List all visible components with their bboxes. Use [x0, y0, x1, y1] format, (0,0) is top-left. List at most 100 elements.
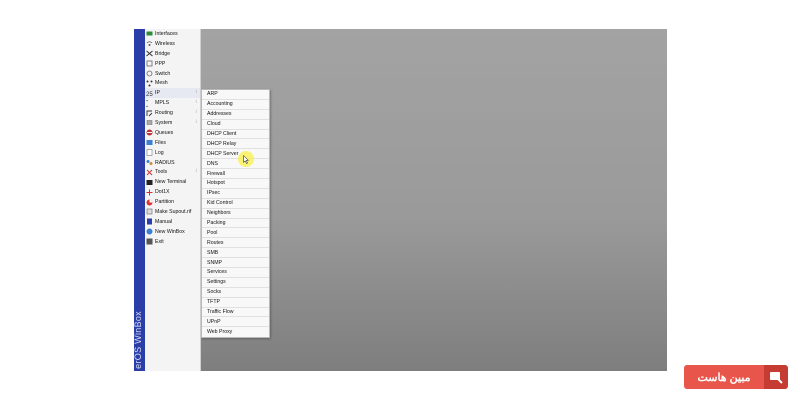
submenu-item-upnp[interactable]: UPnP	[202, 317, 269, 328]
submenu-item-hotspot[interactable]: Hotspot	[202, 179, 269, 189]
menu-item-tools[interactable]: Tools ⁝	[145, 167, 200, 177]
submenu-arrow-icon: ⁝	[195, 109, 197, 116]
menu-item-label: RADIUS	[155, 159, 175, 166]
submenu-item-socks[interactable]: Socks	[202, 288, 269, 298]
supout-icon	[146, 208, 153, 215]
menu-item-label: Partition	[155, 199, 175, 206]
submenu-item-packing[interactable]: Packing	[202, 219, 269, 229]
menu-item-label: Bridge	[155, 50, 170, 57]
menu-item-label: Make Supout.rif	[155, 208, 192, 215]
interfaces-icon	[146, 30, 153, 37]
menu-item-mpls[interactable]: MPLS ⁝	[145, 98, 200, 108]
menu-item-new-winbox[interactable]: New WinBox	[145, 227, 200, 237]
submenu-arrow-icon: ⁝	[195, 168, 197, 175]
ip-submenu: ARP Accounting Addresses Cloud DHCP Clie…	[201, 89, 270, 339]
menu-item-ip[interactable]: 255 IP ⁝	[145, 88, 200, 99]
submenu-item-dhcp-server[interactable]: DHCP Server	[202, 149, 269, 160]
ip-icon: 255	[146, 90, 153, 97]
tools-icon	[146, 169, 153, 176]
menu-item-label: PPP	[155, 60, 166, 67]
menu-item-manual[interactable]: Manual	[145, 217, 200, 227]
files-icon	[146, 139, 153, 146]
menu-item-label: Tools	[155, 169, 168, 176]
menu-item-label: Exit	[155, 238, 164, 245]
menu-item-label: New Terminal	[155, 179, 187, 186]
submenu-item-services[interactable]: Services	[202, 268, 269, 278]
submenu-item-routes[interactable]: Routes	[202, 238, 269, 249]
submenu-item-tftp[interactable]: TFTP	[202, 298, 269, 308]
menu-item-switch[interactable]: Switch	[145, 69, 200, 79]
mouse-cursor-icon	[243, 155, 249, 164]
partition-icon	[146, 199, 153, 206]
menu-item-partition[interactable]: Partition	[145, 197, 200, 207]
menu-item-label: Routing	[155, 110, 173, 117]
menu-item-label: Log	[155, 149, 164, 156]
submenu-item-web-proxy[interactable]: Web Proxy	[202, 327, 269, 337]
submenu-item-traffic-flow[interactable]: Traffic Flow	[202, 308, 269, 318]
menu-item-label: Interfaces	[155, 30, 178, 37]
submenu-arrow-icon: ⁝	[195, 119, 197, 126]
submenu-item-settings[interactable]: Settings	[202, 278, 269, 288]
radius-icon	[146, 159, 153, 166]
bridge-icon	[146, 50, 153, 57]
dot1x-icon	[146, 189, 153, 196]
system-icon	[146, 119, 153, 126]
submenu-item-arp[interactable]: ARP	[202, 90, 269, 100]
menu-item-ppp[interactable]: PPP	[145, 59, 200, 69]
submenu-item-cloud[interactable]: Cloud	[202, 120, 269, 130]
menu-item-wireless[interactable]: Wireless	[145, 39, 200, 49]
submenu-item-dns[interactable]: DNS	[202, 159, 269, 170]
menu-item-radius[interactable]: RADIUS	[145, 158, 200, 168]
menu-item-label: IP	[155, 90, 160, 97]
menu-item-dot1x[interactable]: Dot1X	[145, 187, 200, 197]
manual-icon	[146, 218, 153, 225]
submenu-item-snmp[interactable]: SNMP	[202, 258, 269, 269]
submenu-item-ipsec[interactable]: IPsec	[202, 189, 269, 199]
winbox-icon	[146, 228, 153, 235]
menu-item-label: Wireless	[155, 40, 175, 47]
menu-item-bridge[interactable]: Bridge	[145, 49, 200, 59]
main-menu: Interfaces Wireless Bridge PPP Switch Me…	[145, 29, 201, 371]
submenu-arrow-icon: ⁝	[195, 89, 197, 96]
menu-item-label: Dot1X	[155, 189, 170, 196]
brand-logo-icon	[764, 365, 788, 389]
svg-text:255: 255	[146, 92, 153, 97]
menu-item-make-supout[interactable]: Make Supout.rif	[145, 207, 200, 217]
menu-item-log[interactable]: Log	[145, 148, 200, 158]
submenu-item-dhcp-relay[interactable]: DHCP Relay	[202, 139, 269, 150]
log-icon	[146, 149, 153, 156]
submenu-arrow-icon: ⁝	[195, 99, 197, 106]
side-strip-label: erOS WinBox	[134, 311, 143, 369]
submenu-item-firewall[interactable]: Firewall	[202, 169, 269, 180]
mesh-icon	[146, 80, 153, 87]
menu-item-files[interactable]: Files	[145, 138, 200, 148]
submenu-item-neighbors[interactable]: Neighbors	[202, 209, 269, 219]
menu-item-label: Switch	[155, 70, 171, 77]
menu-item-label: Files	[155, 139, 166, 146]
winbox-side-strip: erOS WinBox	[134, 29, 145, 371]
submenu-item-dhcp-client[interactable]: DHCP Client	[202, 130, 269, 140]
submenu-item-pool[interactable]: Pool	[202, 228, 269, 239]
brand-text: مبین هاست	[684, 365, 764, 389]
menu-item-new-terminal[interactable]: New Terminal	[145, 177, 200, 187]
submenu-item-accounting[interactable]: Accounting	[202, 100, 269, 110]
menu-item-queues[interactable]: Queues	[145, 128, 200, 138]
ppp-icon	[146, 60, 153, 67]
menu-item-label: Queues	[155, 129, 174, 136]
menu-item-interfaces[interactable]: Interfaces	[145, 29, 200, 39]
submenu-item-addresses[interactable]: Addresses	[202, 110, 269, 120]
menu-item-label: MPLS	[155, 100, 170, 107]
submenu-item-smb[interactable]: SMB	[202, 248, 269, 259]
winbox-screen: erOS WinBox Interfaces Wireless Bridge P…	[134, 29, 667, 371]
menu-item-label: Mesh	[155, 80, 168, 87]
menu-item-mesh[interactable]: Mesh	[145, 78, 200, 88]
wireless-icon	[146, 40, 153, 47]
queues-icon	[146, 129, 153, 136]
brand-watermark: مبین هاست	[684, 365, 788, 389]
submenu-item-kid-control[interactable]: Kid Control	[202, 199, 269, 209]
menu-item-label: New WinBox	[155, 228, 185, 235]
menu-item-exit[interactable]: Exit	[145, 237, 200, 247]
switch-icon	[146, 70, 153, 77]
menu-item-system[interactable]: System ⁝	[145, 118, 200, 128]
menu-item-routing[interactable]: Routing ⁝	[145, 108, 200, 118]
